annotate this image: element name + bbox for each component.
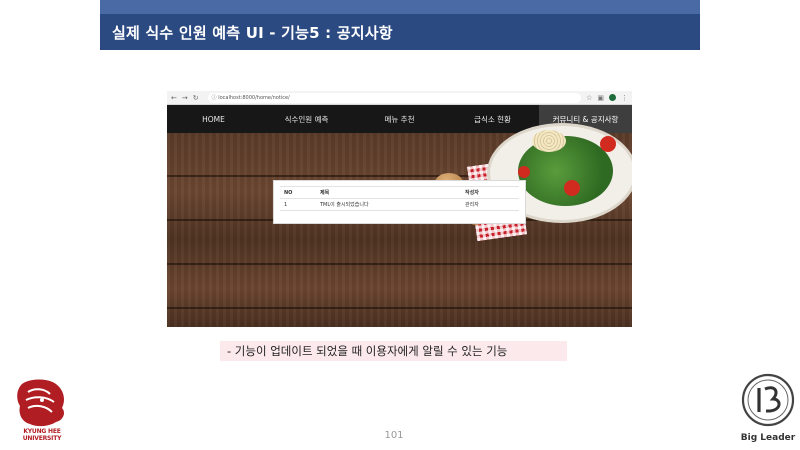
profile-avatar[interactable] <box>609 94 616 101</box>
nav-item-menu-recommend[interactable]: 메뉴 추천 <box>353 105 446 133</box>
header-no: NO <box>280 186 316 199</box>
slide-header: 실제 식수 인원 예측 UI - 기능5 : 공지사항 <box>100 0 700 50</box>
notice-table: NO 제목 작성자 1 TML이 출시되었습니다 관리자 <box>280 186 519 211</box>
nav-item-meal-forecast[interactable]: 식수인원 예측 <box>260 105 353 133</box>
back-icon[interactable]: ← <box>171 91 177 105</box>
row-writer: 관리자 <box>461 198 519 211</box>
browser-screenshot: ← → ↻ ⓘ localhost:8000/home/notice/ ☆ ▣ … <box>167 91 632 327</box>
extension-icon[interactable]: ▣ <box>597 91 604 105</box>
slide-title: 실제 식수 인원 예측 UI - 기능5 : 공지사항 <box>112 24 393 42</box>
browser-toolbar: ← → ↻ ⓘ localhost:8000/home/notice/ ☆ ▣ … <box>167 91 632 105</box>
bookmark-star-icon[interactable]: ☆ <box>586 91 592 105</box>
notice-table-header: NO 제목 작성자 <box>280 186 519 199</box>
header-band <box>100 0 700 14</box>
header-title: 제목 <box>316 186 461 199</box>
brand-name: Big Leader <box>740 433 796 443</box>
nav-item-home[interactable]: HOME <box>167 105 260 133</box>
forward-icon[interactable]: → <box>182 91 188 105</box>
address-bar[interactable]: ⓘ localhost:8000/home/notice/ <box>207 92 582 103</box>
slide-caption: - 기능이 업데이트 되었을 때 이용자에게 알릴 수 있는 기능 <box>220 341 567 361</box>
reload-icon[interactable]: ↻ <box>193 91 199 105</box>
url-text: localhost:8000/home/notice/ <box>218 94 290 101</box>
wood-background-image: NO 제목 작성자 1 TML이 출시되었습니다 관리자 <box>167 123 632 327</box>
table-row[interactable]: 1 TML이 출시되었습니다 관리자 <box>280 198 519 211</box>
row-title-link[interactable]: TML이 출시되었습니다 <box>316 198 461 211</box>
notice-board: NO 제목 작성자 1 TML이 출시되었습니다 관리자 <box>273 180 526 224</box>
lock-icon: ⓘ <box>211 94 217 101</box>
row-no: 1 <box>280 198 316 211</box>
header-writer: 작성자 <box>461 186 519 199</box>
university-name: KYUNG HEE UNIVERSITY <box>22 428 62 442</box>
big-leader-logo <box>741 373 795 427</box>
menu-dots-icon[interactable]: ⋮ <box>621 91 628 105</box>
page-number: 101 <box>384 430 404 441</box>
